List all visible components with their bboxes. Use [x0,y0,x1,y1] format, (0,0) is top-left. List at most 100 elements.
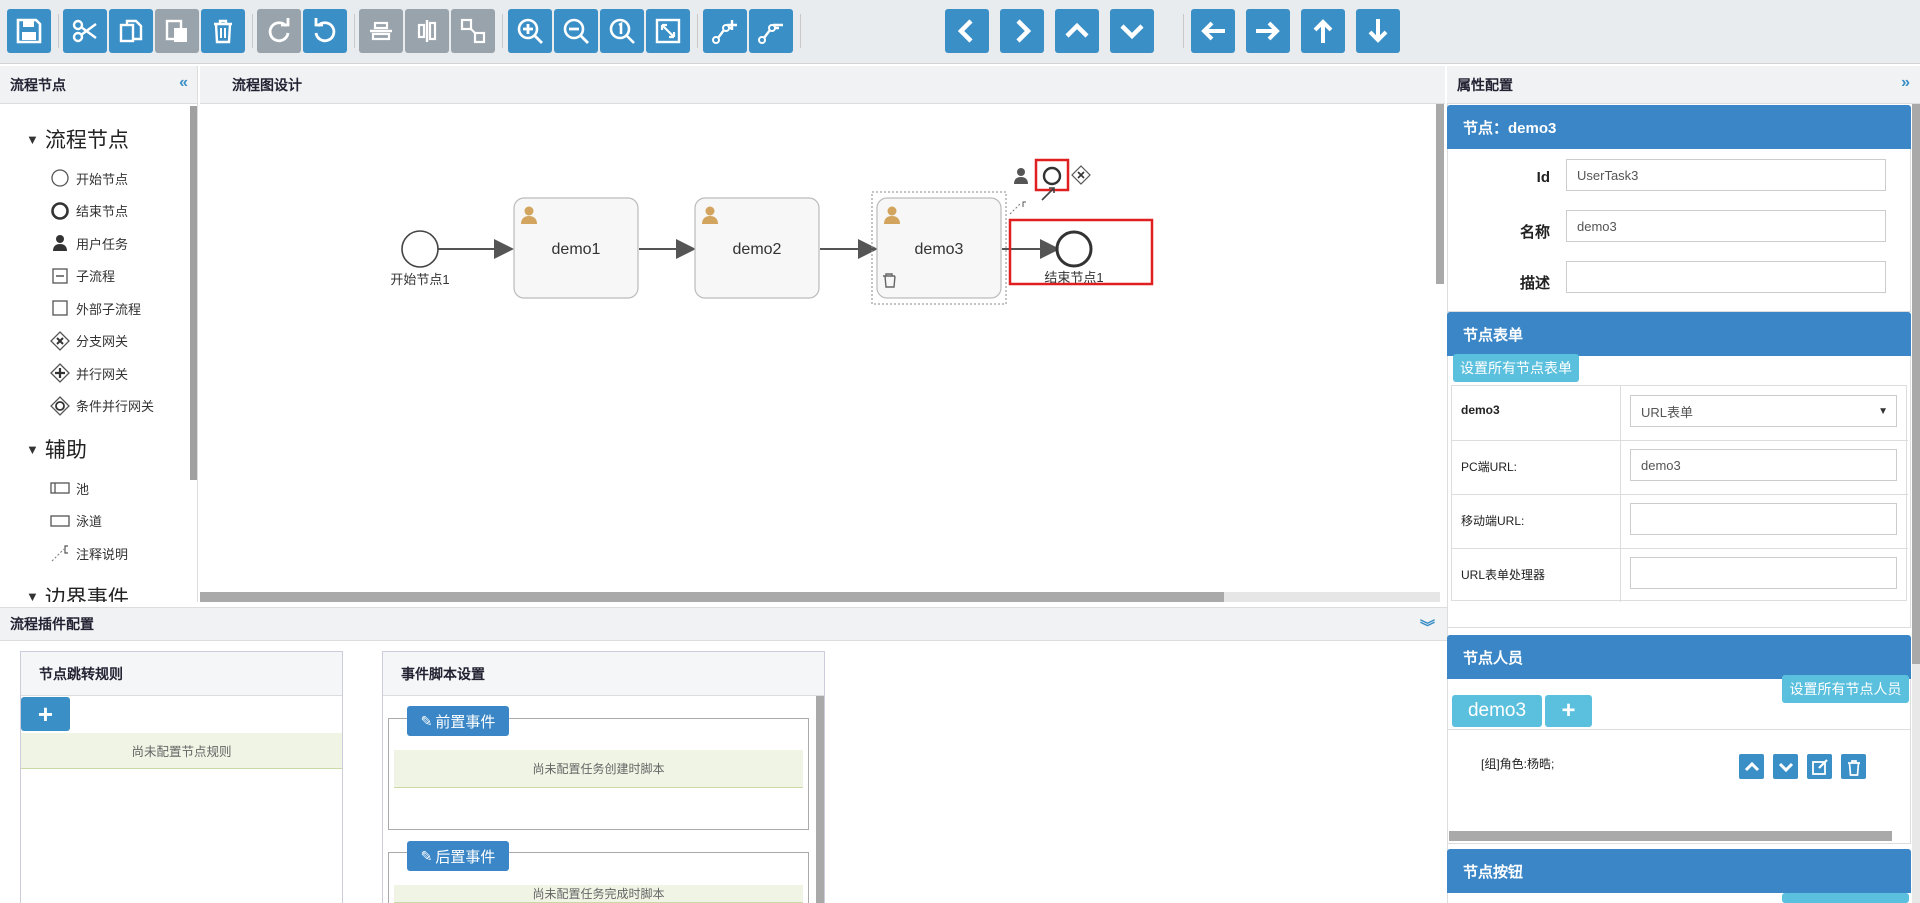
annotation-icon[interactable] [1022,201,1026,207]
palette-item-annotation[interactable]: 注释说明 [0,537,190,570]
designer-header: 流程图设计 [200,66,1445,104]
exclusive-gateway-icon[interactable] [1071,165,1091,185]
add-people-button[interactable]: + [1545,695,1592,727]
chevron-down-button[interactable] [1110,9,1154,53]
start-node-label: 开始节点1 [390,272,449,287]
plugin-config-header: 流程插件配置 ︾ [0,607,1447,641]
undo-button[interactable] [303,9,347,53]
arrow-up-button[interactable] [1301,9,1345,53]
collapse-down-icon[interactable]: ︾ [1420,616,1435,637]
cut-button[interactable] [63,9,107,53]
delete-assignee-button[interactable] [1841,754,1866,779]
id-field[interactable]: UserTask3 [1566,159,1886,191]
scripts-scrollbar[interactable] [816,696,824,903]
scissors-icon [72,19,97,43]
collapse-right-icon[interactable]: » [1901,74,1910,92]
palette-item-parallel-gateway[interactable]: 并行网关 [0,357,190,390]
node-palette: ▼ 流程节点 开始节点 结束节点 用户任务 子流程 外部子流程 分支网关 并行网关… [0,66,198,602]
align-vertical-icon [417,20,437,42]
arrow-right-button[interactable] [1246,9,1290,53]
set-all-forms-button[interactable]: 设置所有节点表单 [1453,354,1579,382]
paste-button[interactable] [155,9,199,53]
description-field[interactable] [1566,261,1886,293]
palette-item-lane[interactable]: 泳道 [0,505,190,538]
zoom-actual-button[interactable] [600,9,644,53]
flow-diagram: 开始节点1 demo1 demo2 demo3 结束节点1 [390,158,1154,305]
form-type-value: URL表单 [1641,404,1694,420]
set-all-buttons-button[interactable] [1782,893,1909,903]
chevron-left-button[interactable] [945,9,989,53]
canvas-vscroll-thumb[interactable] [1436,104,1444,284]
pc-url-field[interactable]: demo3 [1630,449,1897,481]
pre-event-button[interactable]: ✎ 前置事件 [407,706,509,736]
set-all-people-button[interactable]: 设置所有节点人员 [1782,675,1909,703]
move-up-button[interactable] [1739,754,1764,779]
palette-item-inclusive-gateway[interactable]: 条件并行网关 [0,390,190,423]
people-hscroll[interactable] [1449,831,1892,841]
palette-item-external-subprocess[interactable]: 外部子流程 [0,292,190,325]
form-handler-field[interactable] [1630,557,1897,589]
palette-item-label: 条件并行网关 [76,399,155,415]
user-icon[interactable] [1014,168,1028,184]
end-event-shape[interactable] [1055,230,1093,268]
highlight-box-small [1034,158,1070,192]
post-event-label: 后置事件 [435,848,496,866]
delete-button[interactable] [201,9,245,53]
pre-event-empty: 尚未配置任务创建时脚本 [394,750,803,788]
align-vertical-button[interactable] [405,9,449,53]
form-node-name: demo3 [1461,403,1500,417]
chevron-up-button[interactable] [1055,9,1099,53]
chevron-right-button[interactable] [1000,9,1044,53]
trash-icon [214,19,232,44]
start-event-icon [50,168,70,188]
chevron-down-icon [1778,762,1793,772]
palette-scrollbar[interactable] [190,106,197,480]
palette-item-subprocess[interactable]: 子流程 [0,260,190,293]
palette-item-pool[interactable]: 池 [0,472,190,505]
copy-button[interactable] [109,9,153,53]
zoom-in-button[interactable] [508,9,552,53]
align-horizontal-icon [370,21,392,41]
canvas-hscroll-thumb[interactable] [200,592,1224,602]
mobile-url-field[interactable] [1630,503,1897,535]
dropdown-arrow-icon: ▼ [1878,405,1888,417]
post-event-button[interactable]: ✎ 后置事件 [407,841,509,871]
people-tab-demo3[interactable]: demo3 [1452,695,1542,727]
palette-item-label: 用户任务 [76,236,129,252]
end-event-icon [50,201,70,221]
same-size-button[interactable] [451,9,495,53]
properties-scroll-thumb[interactable] [1912,104,1920,664]
end-event-icon[interactable] [1042,166,1062,186]
palette-item-start[interactable]: 开始节点 [0,162,190,195]
chevron-right-icon [1016,19,1032,43]
form-type-select[interactable]: URL表单 ▼ [1630,395,1897,427]
palette-item-usertask[interactable]: 用户任务 [0,227,190,260]
palette-group-flow[interactable]: ▼ 流程节点 [26,124,190,154]
redo-button[interactable] [257,9,301,53]
pc-url-label: PC端URL: [1461,460,1518,474]
zoom-fit-button[interactable] [646,9,690,53]
arrow-left-button[interactable] [1191,9,1235,53]
edit-assignee-button[interactable] [1807,754,1832,779]
add-rule-button[interactable]: + [21,697,70,731]
zoom-out-button[interactable] [554,9,598,53]
palette-item-exclusive-gateway[interactable]: 分支网关 [0,325,190,358]
resize-icon [460,18,486,44]
redo-icon [268,18,290,43]
palette-group-boundary[interactable]: ▼ 边界事件 [26,582,190,603]
add-bendpoint-button[interactable] [703,9,747,53]
designer-canvas[interactable]: 开始节点1 demo1 demo2 demo3 结束节点1 [200,104,1444,602]
arrow-down-button[interactable] [1356,9,1400,53]
annotation-link-icon[interactable] [1009,203,1021,215]
start-event-shape[interactable] [401,230,439,268]
palette-item-end[interactable]: 结束节点 [0,195,190,228]
palette-group-aux[interactable]: ▼ 辅助 [26,434,190,464]
remove-bendpoint-button[interactable] [749,9,793,53]
undo-icon [314,18,336,43]
name-label: 名称 [1519,224,1550,241]
save-button[interactable] [7,9,51,53]
palette-item-label: 开始节点 [76,171,129,187]
align-horizontal-button[interactable] [359,9,403,53]
move-down-button[interactable] [1773,754,1798,779]
name-field[interactable]: demo3 [1566,210,1886,242]
